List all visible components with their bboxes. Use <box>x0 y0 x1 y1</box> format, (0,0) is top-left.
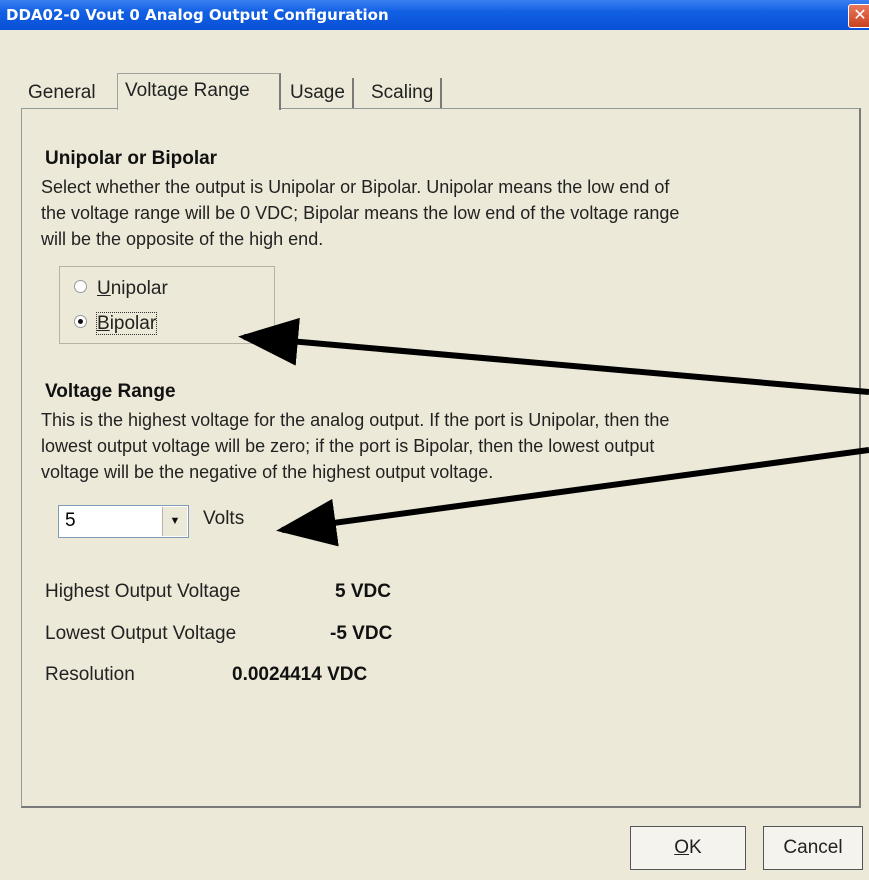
tab-voltage-range[interactable]: Voltage Range <box>117 73 281 110</box>
annotation-arrow-to-bipolar <box>238 317 869 395</box>
annotation-arrows <box>238 317 869 547</box>
annotation-arrow-to-voltage-select <box>276 447 869 547</box>
